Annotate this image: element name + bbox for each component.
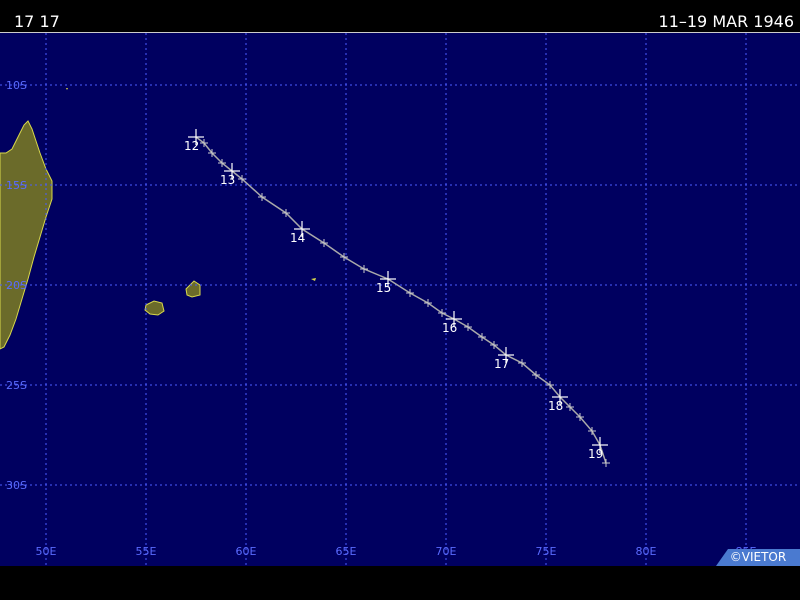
date-range: 11–19 MAR 1946 [658, 12, 794, 31]
day-label: 19 [588, 447, 603, 461]
lat-label: 10S [6, 79, 27, 92]
lat-label: 30S [6, 479, 27, 492]
header-bar: 17 17 11–19 MAR 1946 [0, 0, 800, 32]
footer-bar [0, 566, 800, 600]
day-label: 13 [220, 173, 235, 187]
day-label: 15 [376, 281, 391, 295]
lon-label: 75E [536, 545, 557, 558]
lon-label: 80E [636, 545, 657, 558]
credit-badge: ©VIETOR [716, 549, 800, 566]
lon-label: 70E [436, 545, 457, 558]
lon-label: 55E [136, 545, 157, 558]
lon-label: 65E [336, 545, 357, 558]
day-label: 16 [442, 321, 457, 335]
storm-id: 17 17 [14, 12, 60, 31]
ocean [0, 33, 800, 567]
day-label: 14 [290, 231, 305, 245]
day-label: 12 [184, 139, 199, 153]
lat-label: 15S [6, 179, 27, 192]
lat-label: 25S [6, 379, 27, 392]
lon-label: 60E [236, 545, 257, 558]
day-label: 18 [548, 399, 563, 413]
track-map: 10S15S20S25S30S50E55E60E65E70E75E80E85E … [0, 32, 800, 567]
map-canvas: 10S15S20S25S30S50E55E60E65E70E75E80E85E … [0, 33, 800, 567]
lon-label: 50E [36, 545, 57, 558]
lat-label: 20S [6, 279, 27, 292]
day-label: 17 [494, 357, 509, 371]
